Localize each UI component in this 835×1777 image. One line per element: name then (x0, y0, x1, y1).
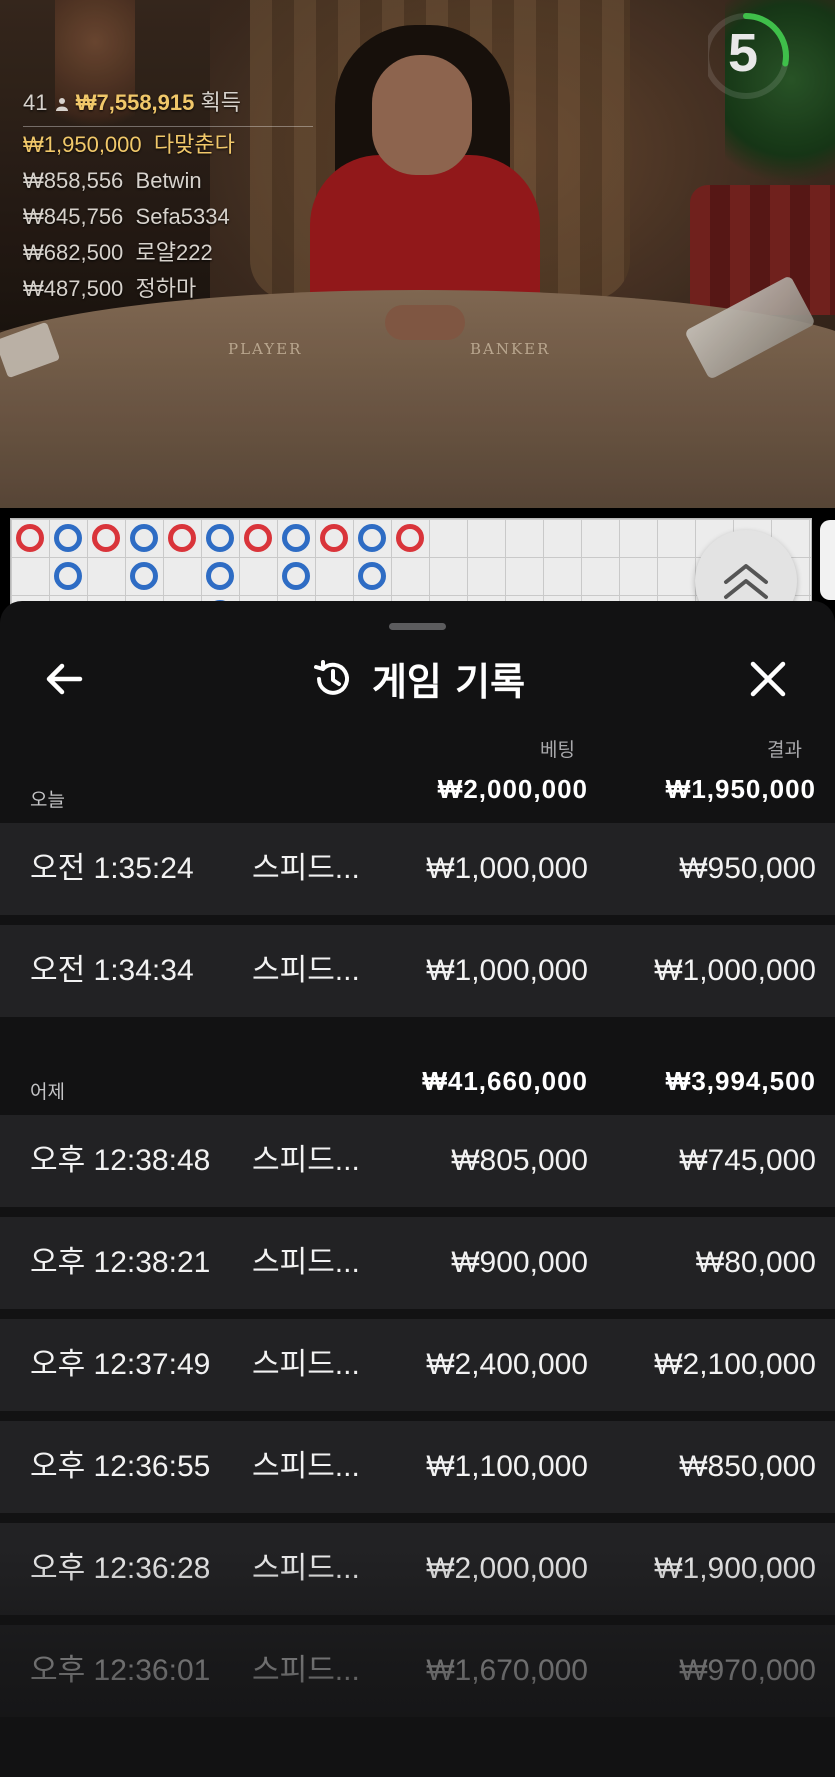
history-row[interactable]: 오전 1:35:24 스피드... ₩1,000,000 ₩950,000 (0, 823, 835, 915)
game-name: 스피드... (252, 1246, 360, 1279)
live-video-stream: PLAYER BANKER 41 ₩7,558,915 획득 ₩1,950,00… (0, 0, 835, 508)
entry-name: Betwin (135, 168, 202, 193)
result-amount: ₩80,000 (695, 1246, 816, 1279)
game-name: 스피드... (252, 1144, 360, 1177)
player-bead (54, 562, 82, 590)
history-row[interactable]: 오후 12:37:49 스피드... ₩2,400,000 ₩2,100,000 (0, 1319, 835, 1411)
banker-bead (168, 524, 196, 552)
round-time: 오전 1:35:24 (30, 852, 194, 885)
round-time: 오전 1:34:34 (30, 954, 194, 987)
result-amount: ₩970,000 (679, 1654, 816, 1687)
round-time: 오후 12:38:21 (30, 1246, 211, 1279)
total-won-amount: ₩7,558,915 (75, 90, 195, 115)
bet-amount: ₩2,000,000 (426, 1552, 588, 1585)
player-bead (206, 562, 234, 590)
banker-bead (244, 524, 272, 552)
bet-amount: ₩2,400,000 (426, 1348, 588, 1381)
game-history-sheet: 게임 기록 베팅 결과 오늘 ₩2,000,000 ₩1,950,000 오전 … (0, 601, 835, 1777)
leaderboard-entry: ₩487,500 정하마 (23, 271, 313, 307)
result-amount: ₩1,900,000 (654, 1552, 816, 1585)
result-amount: ₩850,000 (679, 1450, 816, 1483)
game-name: 스피드... (252, 1552, 360, 1585)
day-label: 어제 (30, 1081, 65, 1103)
round-time: 오후 12:36:28 (30, 1552, 211, 1585)
result-amount: ₩1,000,000 (654, 954, 816, 987)
banker-bead (396, 524, 424, 552)
game-name: 스피드... (252, 1654, 360, 1687)
entry-name: 로얄222 (135, 240, 213, 265)
sheet-title: 게임 기록 (371, 660, 526, 704)
entry-amount: ₩682,500 (23, 240, 124, 265)
day-total-result: ₩3,994,500 (665, 1066, 816, 1096)
player-bead (130, 524, 158, 552)
player-bead (54, 524, 82, 552)
sheet-header: 게임 기록 (0, 651, 835, 707)
round-time: 오후 12:37:49 (30, 1348, 211, 1381)
player-count: 41 (23, 90, 48, 115)
day-total-result: ₩1,950,000 (665, 774, 816, 804)
player-bead (358, 562, 386, 590)
leaderboard-header: 41 ₩7,558,915 획득 (23, 88, 313, 127)
leaderboard-entry: ₩845,756 Sefa5334 (23, 199, 313, 235)
entry-amount: ₩845,756 (23, 204, 124, 229)
leaderboard-entry: ₩682,500 로얄222 (23, 235, 313, 271)
round-time: 오후 12:38:48 (30, 1144, 211, 1177)
close-icon (750, 661, 786, 697)
banker-bead (92, 524, 120, 552)
day-total-bet: ₩2,000,000 (437, 774, 588, 804)
entry-amount: ₩1,950,000 (23, 132, 142, 157)
close-button[interactable] (742, 653, 794, 705)
bet-amount: ₩805,000 (451, 1144, 588, 1177)
entry-name: 다맞춘다 (153, 132, 235, 157)
winners-leaderboard: 41 ₩7,558,915 획득 ₩1,950,000 다맞춘다 ₩858,55… (23, 88, 313, 307)
entry-amount: ₩487,500 (23, 276, 124, 301)
total-won-label: 획득 (200, 90, 241, 115)
result-amount: ₩2,100,000 (654, 1348, 816, 1381)
history-row[interactable]: 오후 12:38:48 스피드... ₩805,000 ₩745,000 (0, 1115, 835, 1207)
bead-road-scoreboard[interactable] (10, 518, 812, 628)
bet-amount: ₩900,000 (451, 1246, 588, 1279)
game-name: 스피드... (252, 1348, 360, 1381)
player-bead (282, 524, 310, 552)
history-row[interactable]: 오후 12:38:21 스피드... ₩900,000 ₩80,000 (0, 1217, 835, 1309)
entry-name: Sefa5334 (135, 204, 230, 229)
entry-amount: ₩858,556 (23, 168, 124, 193)
result-amount: ₩745,000 (679, 1144, 816, 1177)
day-label: 오늘 (30, 789, 65, 811)
person-icon (55, 98, 68, 111)
bet-amount: ₩1,000,000 (426, 852, 588, 885)
player-bead (130, 562, 158, 590)
history-row[interactable]: 오후 12:36:01 스피드... ₩1,670,000 ₩970,000 (0, 1625, 835, 1717)
player-bead (358, 524, 386, 552)
round-time: 오후 12:36:55 (30, 1450, 211, 1483)
game-name: 스피드... (252, 852, 360, 885)
history-row[interactable]: 오후 12:36:28 스피드... ₩2,000,000 ₩1,900,000 (0, 1523, 835, 1615)
player-bead (206, 524, 234, 552)
game-name: 스피드... (252, 1450, 360, 1483)
bet-amount: ₩1,000,000 (426, 954, 588, 987)
history-row[interactable]: 오후 12:36:55 스피드... ₩1,100,000 ₩850,000 (0, 1421, 835, 1513)
history-icon (313, 659, 349, 695)
column-header-result: 결과 (767, 739, 802, 761)
bet-amount: ₩1,670,000 (426, 1654, 588, 1687)
side-panel-edge[interactable] (820, 520, 835, 600)
bet-amount: ₩1,100,000 (426, 1450, 588, 1483)
banker-bead (16, 524, 44, 552)
leaderboard-entry: ₩1,950,000 다맞춘다 (23, 127, 313, 163)
entry-name: 정하마 (135, 276, 197, 301)
result-amount: ₩950,000 (679, 852, 816, 885)
history-row[interactable]: 오전 1:34:34 스피드... ₩1,000,000 ₩1,000,000 (0, 925, 835, 1017)
day-total-bet: ₩41,660,000 (422, 1066, 588, 1096)
column-header-bet: 베팅 (540, 739, 575, 761)
player-bead (282, 562, 310, 590)
banker-bead (320, 524, 348, 552)
leaderboard-entry: ₩858,556 Betwin (23, 163, 313, 199)
round-time: 오후 12:36:01 (30, 1654, 211, 1687)
sheet-drag-handle[interactable] (389, 623, 446, 630)
countdown-seconds: 5 (727, 23, 759, 83)
game-name: 스피드... (252, 954, 360, 987)
